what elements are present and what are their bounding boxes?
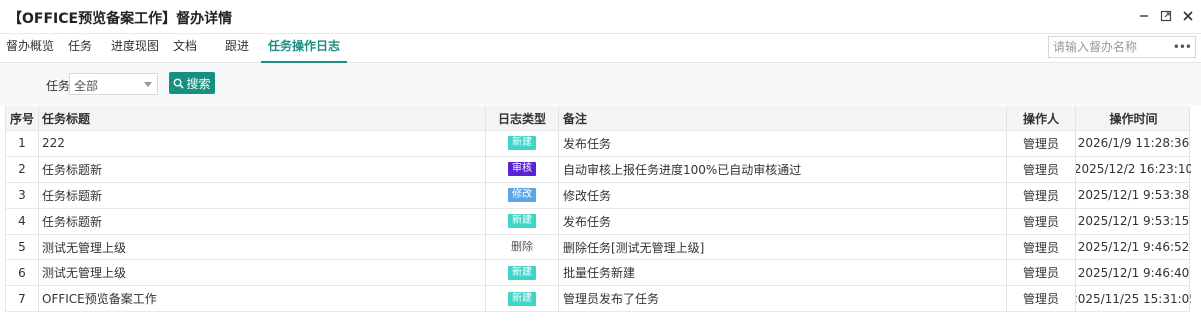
row-type-cell: 新建 (486, 286, 559, 312)
header-index[interactable]: 序号 (6, 106, 39, 130)
row-time: 2025/12/1 9:53:15 (1077, 214, 1190, 229)
log-type-badge: 审核 (508, 162, 536, 177)
table-row[interactable]: 7 OFFICE预览备案工作 新建 管理员发布了任务 管理员 2025/11/25 15:… (6, 286, 1191, 313)
header-operator[interactable]: 操作人 (1007, 106, 1076, 130)
table-header: 序号 任务标题 日志类型 备注 操作人 操作时间 (6, 106, 1189, 131)
tab-tasks[interactable]: 任务 (68, 34, 92, 63)
tab-follow-up[interactable]: 跟进 (225, 34, 249, 63)
row-note: 发布任务 (559, 208, 1007, 234)
row-type-cell: 审核 (486, 156, 559, 182)
row-index: 4 (6, 208, 39, 234)
search-button[interactable]: 搜索 (169, 72, 215, 94)
log-type-badge: 新建 (508, 291, 536, 306)
row-time: 2026/1/9 11:28:36 (1077, 136, 1190, 151)
row-title: OFFICE预览备案工作 (39, 286, 486, 312)
row-operator: 管理员 (1007, 286, 1076, 312)
tab-documents[interactable]: 文档 (173, 34, 197, 63)
row-operator: 管理员 (1007, 182, 1076, 208)
search-input[interactable] (1049, 37, 1169, 57)
row-operator: 管理员 (1007, 260, 1076, 286)
row-note: 修改任务 (559, 182, 1007, 208)
row-operator: 管理员 (1007, 234, 1076, 260)
row-title: 任务标题新 (39, 208, 486, 234)
search-button-label: 搜索 (186, 76, 211, 91)
row-index: 5 (6, 234, 39, 260)
row-index: 1 (6, 131, 39, 156)
row-type-cell: 新建 (486, 208, 559, 234)
row-index: 7 (6, 286, 39, 312)
tab-bar: 督办概览 任务 进度现图 文档 跟进 任务操作日志 (0, 34, 1201, 63)
supervision-search: ••• (1048, 36, 1196, 58)
row-time: 2025/12/2 16:23:10 (1076, 162, 1191, 177)
minimize-icon[interactable] (1137, 9, 1151, 23)
tab-task-log[interactable]: 任务操作日志 (261, 34, 348, 63)
table-row[interactable]: 6 测试无管理上级 新建 批量任务新建 管理员 2025/12/1 9:46:40 (6, 260, 1190, 287)
log-type-badge: 新建 (508, 214, 536, 229)
row-index: 3 (6, 182, 39, 208)
row-title: 测试无管理上级 (39, 260, 486, 286)
row-index: 2 (6, 156, 39, 182)
row-title: 测试无管理上级 (39, 234, 486, 260)
log-type-badge: 新建 (508, 136, 536, 151)
table-row[interactable]: 1 222 新建 发布任务 管理员 2026/1/9 11:28:36 (6, 131, 1189, 157)
log-type-badge: 删除 (511, 240, 533, 253)
row-type-cell: 修改 (486, 182, 559, 208)
task-select[interactable]: 全部 (69, 73, 158, 95)
task-select-value: 全部 (74, 79, 99, 93)
row-time: 2025/12/1 9:46:52 (1077, 240, 1190, 254)
window-controls (1137, 9, 1195, 23)
log-type-badge: 修改 (508, 188, 536, 203)
row-note: 发布任务 (559, 131, 1007, 156)
row-type-cell: 新建 (486, 131, 559, 156)
row-note: 自动审核上报任务进度100%已自动审核通过 (559, 156, 1007, 182)
chevron-down-icon (144, 82, 152, 87)
row-note: 管理员发布了任务 (559, 286, 1007, 312)
row-time: 2025/11/25 15:31:05 (1076, 291, 1191, 306)
row-title: 任务标题新 (39, 182, 486, 208)
header-time[interactable]: 操作时间 (1076, 106, 1191, 130)
row-title: 任务标题新 (39, 156, 486, 182)
task-filter-label: 任务 (46, 79, 71, 93)
row-time: 2025/12/1 9:46:40 (1077, 265, 1190, 280)
maximize-icon[interactable] (1159, 9, 1173, 23)
table-row[interactable]: 3 任务标题新 修改 修改任务 管理员 2025/12/1 9:53:38 (6, 182, 1190, 209)
log-table: 序号 任务标题 日志类型 备注 操作人 操作时间 1 222 新建 发布任务 管理员 20… (5, 106, 1191, 313)
row-type-cell: 删除 (486, 234, 559, 260)
tab-overview[interactable]: 督办概览 (6, 34, 54, 63)
header-note[interactable]: 备注 (559, 106, 1007, 130)
row-note: 删除任务[测试无管理上级] (559, 234, 1007, 260)
row-index: 6 (6, 260, 39, 286)
tab-progress[interactable]: 进度现图 (111, 34, 159, 63)
row-operator: 管理员 (1007, 131, 1076, 156)
header-title[interactable]: 任务标题 (39, 106, 486, 130)
ellipsis-icon[interactable]: ••• (1173, 40, 1192, 54)
title-bar: 【OFFICE预览备案工作】督办详情 (0, 0, 1201, 34)
table-row[interactable]: 4 任务标题新 新建 发布任务 管理员 2025/12/1 9:53:15 (6, 208, 1190, 235)
row-operator: 管理员 (1007, 156, 1076, 182)
close-icon[interactable] (1181, 9, 1195, 23)
table-row[interactable]: 5 测试无管理上级 删除 删除任务[测试无管理上级] 管理员 2025/12/1 9:46… (6, 234, 1190, 261)
row-operator: 管理员 (1007, 208, 1076, 234)
row-title: 222 (39, 131, 486, 156)
header-type[interactable]: 日志类型 (486, 106, 559, 130)
table-row[interactable]: 2 任务标题新 审核 自动审核上报任务进度100%已自动审核通过 管理员 2025/12/… (6, 156, 1191, 183)
window-title: 【OFFICE预览备案工作】督办详情 (8, 11, 233, 27)
row-type-cell: 新建 (486, 260, 559, 286)
search-icon (174, 78, 185, 89)
row-note: 批量任务新建 (559, 260, 1007, 286)
row-time: 2025/12/1 9:53:38 (1077, 188, 1190, 203)
log-type-badge: 新建 (508, 265, 536, 280)
